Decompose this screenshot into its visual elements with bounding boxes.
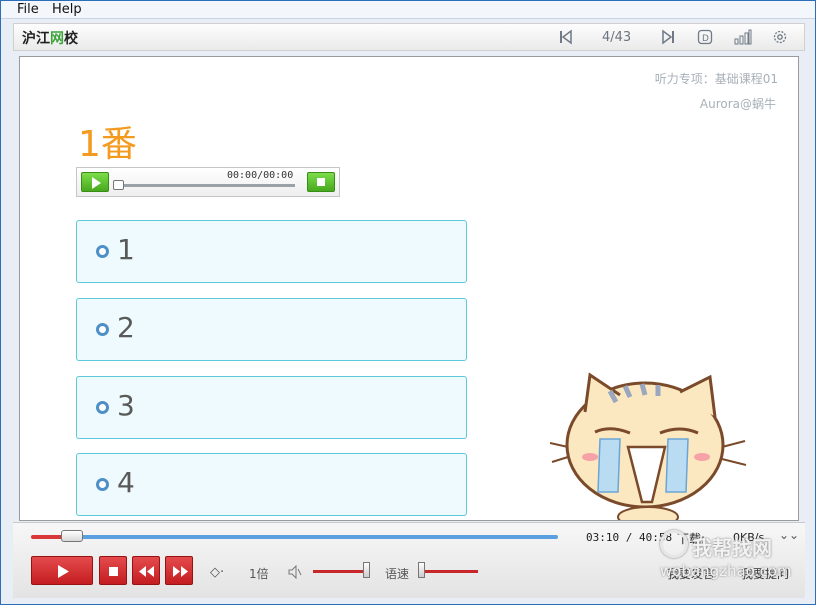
watermark-url: wobangzhao.com	[660, 562, 792, 580]
radio-icon	[96, 401, 109, 414]
rewind-button[interactable]	[132, 556, 160, 585]
option-label: 1	[117, 233, 135, 266]
app-window: File Help 沪江网校 4/43 D 听力专项：基础课程01 Aurora…	[0, 0, 816, 605]
settings-icon[interactable]	[772, 29, 788, 45]
audio-progress-thumb[interactable]	[113, 180, 124, 190]
menu-bar: File Help	[1, 1, 815, 19]
signal-icon[interactable]	[734, 29, 752, 45]
svg-text:D: D	[702, 34, 709, 44]
radio-icon	[96, 323, 109, 336]
fast-forward-button[interactable]	[165, 556, 193, 585]
audio-player: 00:00/00:00	[76, 167, 340, 197]
slide-canvas: 听力专项：基础课程01 Aurora@蜗牛 1番 00:00/00:00 1 2…	[19, 56, 799, 521]
option-label: 3	[117, 389, 135, 422]
mute-icon[interactable]	[288, 564, 302, 582]
answer-option-1[interactable]: 1	[76, 220, 467, 283]
watermark-text: 我帮找网	[692, 536, 772, 560]
option-label: 2	[117, 311, 135, 344]
playback-rate[interactable]: 1倍	[249, 565, 269, 582]
audio-progress-track[interactable]	[115, 184, 295, 187]
logo-tail: 校	[64, 31, 78, 47]
radio-icon	[96, 245, 109, 258]
d-icon[interactable]: D	[697, 29, 713, 45]
author-label: Aurora@蜗牛	[699, 97, 776, 111]
audio-stop-button[interactable]	[307, 172, 335, 192]
lesson-seek-bar[interactable]	[31, 535, 558, 539]
audio-timecode: 00:00/00:00	[227, 170, 294, 181]
answer-option-3[interactable]: 3	[76, 376, 467, 439]
radio-icon	[96, 478, 109, 491]
menu-help[interactable]: Help	[52, 1, 82, 18]
question-title: 1番	[78, 124, 137, 165]
watermark: 我帮找网 wobangzhao.com	[656, 528, 806, 588]
rewind-icon	[139, 566, 154, 577]
crying-cat-illustration	[550, 372, 747, 520]
speech-rate-thumb[interactable]	[418, 562, 425, 578]
speech-rate-track[interactable]	[420, 570, 478, 573]
answer-option-4[interactable]: 4	[76, 453, 467, 516]
stop-button[interactable]	[99, 556, 127, 585]
loop-diamond-icon[interactable]: ◇·	[210, 565, 224, 580]
audio-play-button[interactable]	[81, 172, 109, 192]
lesson-seek-thumb[interactable]	[61, 530, 83, 542]
skip-start-icon[interactable]	[558, 29, 574, 45]
fast-forward-icon	[173, 566, 188, 577]
logo-accent: 网	[50, 31, 64, 47]
stop-icon	[109, 567, 118, 576]
top-toolbar: 沪江网校 4/43 D	[13, 23, 805, 51]
course-label: 听力专项：基础课程01	[654, 72, 778, 86]
page-counter: 4/43	[602, 30, 632, 45]
logo-main: 沪江	[22, 31, 50, 47]
app-logo: 沪江网校	[22, 28, 78, 48]
option-label: 4	[117, 466, 135, 499]
answer-option-2[interactable]: 2	[76, 298, 467, 361]
play-icon	[58, 565, 69, 578]
watermark-circle-icon	[660, 530, 688, 558]
volume-track[interactable]	[313, 570, 369, 573]
speech-rate-label: 语速	[385, 567, 410, 581]
skip-end-icon[interactable]	[660, 29, 676, 45]
menu-file[interactable]: File	[17, 1, 39, 18]
play-button[interactable]	[31, 556, 93, 585]
volume-thumb[interactable]	[363, 562, 370, 578]
